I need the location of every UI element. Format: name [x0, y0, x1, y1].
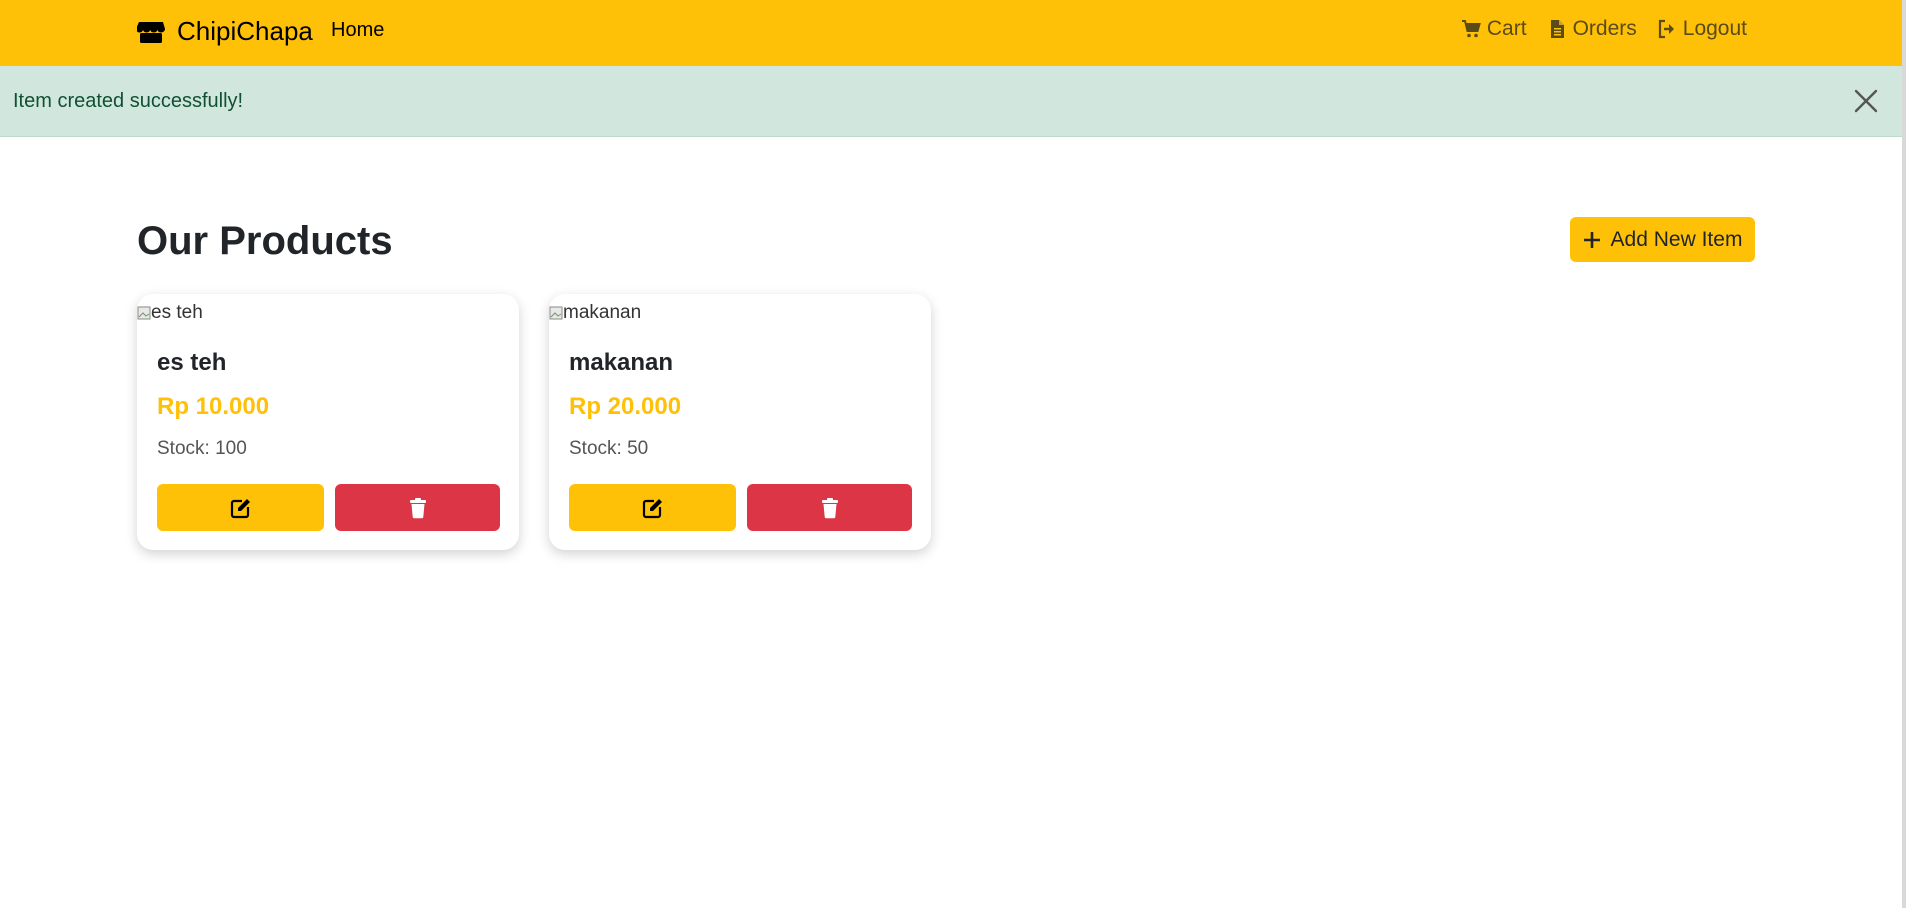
product-image-alt: makanan — [563, 302, 642, 323]
success-alert: Item created successfully! — [0, 66, 1902, 137]
brand-name: ChipiChapa — [177, 16, 313, 46]
product-stock: Stock: 100 — [157, 438, 247, 459]
nav-home-link[interactable]: Home — [331, 19, 384, 42]
delete-button[interactable] — [747, 484, 912, 531]
nav-logout-link[interactable]: Logout — [1657, 17, 1747, 41]
brand-link[interactable]: ChipiChapa — [137, 16, 313, 47]
edit-button[interactable] — [157, 484, 324, 531]
product-name: es teh — [157, 349, 227, 376]
alert-message: Item created successfully! — [13, 90, 244, 112]
cart-icon — [1461, 20, 1481, 38]
product-stock: Stock: 50 — [569, 438, 649, 459]
logout-icon — [1658, 19, 1674, 39]
nav-cart-link[interactable]: Cart — [1461, 17, 1527, 41]
trash-icon — [821, 497, 838, 518]
nav-right-links: Cart Orders Logout — [1461, 17, 1747, 41]
delete-button[interactable] — [335, 484, 500, 531]
file-icon — [1550, 20, 1564, 38]
product-image: makanan — [549, 302, 641, 324]
plus-icon — [1583, 231, 1600, 248]
broken-image-icon — [137, 306, 151, 320]
close-icon[interactable] — [1853, 88, 1879, 114]
nav-orders-link[interactable]: Orders — [1547, 17, 1637, 41]
product-image: es teh — [137, 302, 203, 324]
nav-logout-label: Logout — [1682, 17, 1747, 40]
trash-icon — [409, 497, 426, 518]
scrollbar-track — [1902, 0, 1906, 908]
edit-button[interactable] — [569, 484, 736, 531]
product-card: es teh es teh Rp 10.000 Stock: 100 — [137, 294, 519, 550]
browser-viewport: ChipiChapa Home Cart Orders Logout Item … — [0, 0, 1902, 908]
broken-image-icon — [549, 306, 563, 320]
add-new-item-label: Add New Item — [1610, 227, 1743, 251]
store-icon — [137, 21, 165, 43]
product-card: makanan makanan Rp 20.000 Stock: 50 — [549, 294, 931, 550]
product-price: Rp 20.000 — [569, 393, 682, 420]
product-image-alt: es teh — [151, 302, 203, 323]
product-price: Rp 10.000 — [157, 393, 270, 420]
navbar: ChipiChapa Home Cart Orders Logout — [0, 0, 1902, 66]
nav-orders-label: Orders — [1572, 17, 1637, 40]
page-title: Our Products — [137, 219, 393, 263]
add-new-item-button[interactable]: Add New Item — [1570, 217, 1755, 262]
edit-icon — [230, 498, 250, 518]
page: ChipiChapa Home Cart Orders Logout Item … — [0, 0, 1906, 908]
product-name: makanan — [569, 349, 674, 376]
edit-icon — [642, 498, 662, 518]
nav-cart-label: Cart — [1486, 17, 1527, 40]
